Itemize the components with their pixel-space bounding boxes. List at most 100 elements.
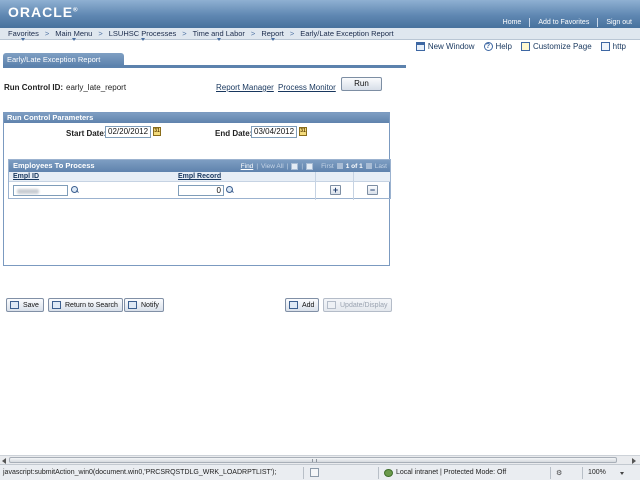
empl-record-input[interactable]: 0	[178, 185, 224, 196]
add-button[interactable]: Add	[285, 298, 320, 312]
update-display-button[interactable]: Update/Display	[323, 298, 393, 312]
menu-label: Time and Labor	[192, 29, 245, 38]
calendar-icon[interactable]: 31	[299, 127, 307, 136]
page-tools: New Window ? Help Customize Page http	[407, 42, 626, 51]
tab-underline	[3, 65, 406, 68]
menu-early-late-exception-report[interactable]: Early/Late Exception Report	[295, 29, 398, 38]
brand-header: ORACLE® Home Add to Favorites Sign out	[0, 0, 640, 28]
report-manager-link[interactable]: Report Manager	[216, 83, 274, 92]
help-label: Help	[495, 42, 512, 51]
save-button[interactable]: Save	[6, 298, 44, 312]
home-link[interactable]: Home	[503, 19, 522, 26]
update-display-icon	[327, 301, 336, 309]
header-links: Home Add to Favorites Sign out	[503, 18, 632, 27]
grid-header: Employees To Process Find | View All | |…	[9, 160, 390, 172]
add-icon	[289, 301, 298, 309]
return-to-search-label: Return to Search	[65, 301, 118, 309]
scroll-left-arrow-icon[interactable]	[0, 457, 8, 464]
update-display-label: Update/Display	[340, 301, 388, 309]
scrollbar-thumb[interactable]	[9, 457, 617, 463]
grid-nav-separator: |	[256, 162, 259, 170]
delete-row-button[interactable]: −	[367, 185, 378, 195]
security-zone-text: Local intranet | Protected Mode: Off	[396, 469, 507, 476]
next-arrow-icon[interactable]	[365, 163, 372, 169]
add-to-favorites-link[interactable]: Add to Favorites	[538, 19, 589, 26]
horizontal-scrollbar[interactable]	[0, 455, 640, 464]
customize-page-label: Customize Page	[532, 42, 592, 51]
save-label: Save	[23, 301, 39, 309]
grid-find-link[interactable]: Find	[241, 163, 254, 170]
customize-page-icon	[520, 42, 530, 51]
end-date-label: End Date:	[215, 129, 253, 138]
menu-label: Favorites	[8, 29, 39, 38]
new-window-icon	[415, 42, 425, 51]
col-header-empl-record[interactable]: Empl Record	[178, 173, 221, 180]
http-icon	[600, 42, 610, 51]
start-date-input[interactable]: 02/20/2012	[105, 126, 151, 138]
grid-last-link[interactable]: Last	[375, 163, 387, 170]
chevron-down-icon	[140, 38, 145, 41]
grid-navigation: Find | View All | | First 1 of 1 Last	[238, 161, 387, 171]
menu-lsuhsc-processes[interactable]: LSUHSC Processes	[104, 29, 182, 41]
previous-arrow-icon[interactable]	[336, 163, 343, 169]
logo-mark: ®	[73, 7, 79, 14]
menu-favorites[interactable]: Favorites	[3, 29, 44, 41]
new-window-label: New Window	[427, 42, 475, 51]
chevron-down-icon	[270, 38, 275, 41]
scrollbar-grip	[312, 459, 317, 462]
empl-id-input[interactable]	[13, 185, 68, 196]
zoom-level[interactable]: 100%	[588, 469, 606, 476]
run-button[interactable]: Run	[341, 77, 382, 91]
notify-button[interactable]: Notify	[124, 298, 164, 312]
security-settings-icon[interactable]: ⚙	[556, 469, 562, 477]
grid-row-counter: 1 of 1	[345, 162, 363, 170]
redacted-value	[17, 189, 39, 194]
zoom-dropdown-icon[interactable]	[620, 472, 624, 475]
chevron-down-icon	[21, 38, 26, 41]
calendar-icon[interactable]: 31	[153, 127, 161, 136]
process-monitor-link[interactable]: Process Monitor	[278, 83, 336, 92]
logo-text: ORACLE	[8, 4, 74, 20]
grid-zoom-icon[interactable]	[291, 162, 299, 170]
help-link[interactable]: ? Help	[483, 42, 512, 51]
notify-label: Notify	[141, 301, 159, 309]
menu-main-menu[interactable]: Main Menu	[50, 29, 97, 41]
header-divider	[529, 18, 531, 27]
help-icon: ?	[483, 42, 493, 51]
grid-first-link[interactable]: First	[321, 163, 334, 170]
params-header: Run Control Parameters	[4, 113, 389, 123]
grid-nav-separator: |	[286, 162, 289, 170]
status-divider	[582, 467, 583, 479]
chevron-down-icon	[71, 38, 76, 41]
http-label: http	[612, 42, 626, 51]
grid-column-headers: Empl ID Empl Record	[9, 172, 390, 200]
scroll-right-arrow-icon[interactable]	[630, 457, 638, 464]
status-divider	[303, 467, 304, 479]
status-divider	[550, 467, 551, 479]
return-to-search-icon	[52, 301, 61, 309]
run-control-id-label: Run Control ID:	[4, 83, 64, 92]
return-to-search-button[interactable]: Return to Search	[48, 298, 123, 312]
chevron-down-icon	[216, 38, 221, 41]
header-divider	[597, 18, 599, 27]
customize-page-link[interactable]: Customize Page	[520, 42, 592, 51]
lookup-icon[interactable]	[71, 186, 79, 194]
new-window-link[interactable]: New Window	[415, 42, 475, 51]
table-row: 0 + −	[9, 182, 390, 198]
grid-view-all-link[interactable]: View All	[261, 163, 284, 170]
zone-globe-icon	[384, 469, 393, 477]
http-link[interactable]: http	[600, 42, 626, 51]
lookup-icon[interactable]	[226, 186, 234, 194]
menu-time-and-labor[interactable]: Time and Labor	[188, 29, 250, 41]
status-text: javascript:submitAction_win0(document.wi…	[3, 469, 277, 476]
menu-report[interactable]: Report	[256, 29, 289, 41]
add-row-button[interactable]: +	[330, 185, 341, 195]
grid-download-icon[interactable]	[306, 162, 314, 170]
col-header-empl-id[interactable]: Empl ID	[13, 173, 39, 180]
menu-label: Main Menu	[55, 29, 93, 38]
oracle-logo: ORACLE®	[8, 4, 79, 20]
sign-out-link[interactable]: Sign out	[606, 19, 632, 26]
grid-nav-separator: |	[301, 162, 304, 170]
page-status-icon	[310, 468, 319, 477]
end-date-input[interactable]: 03/04/2012	[251, 126, 297, 138]
